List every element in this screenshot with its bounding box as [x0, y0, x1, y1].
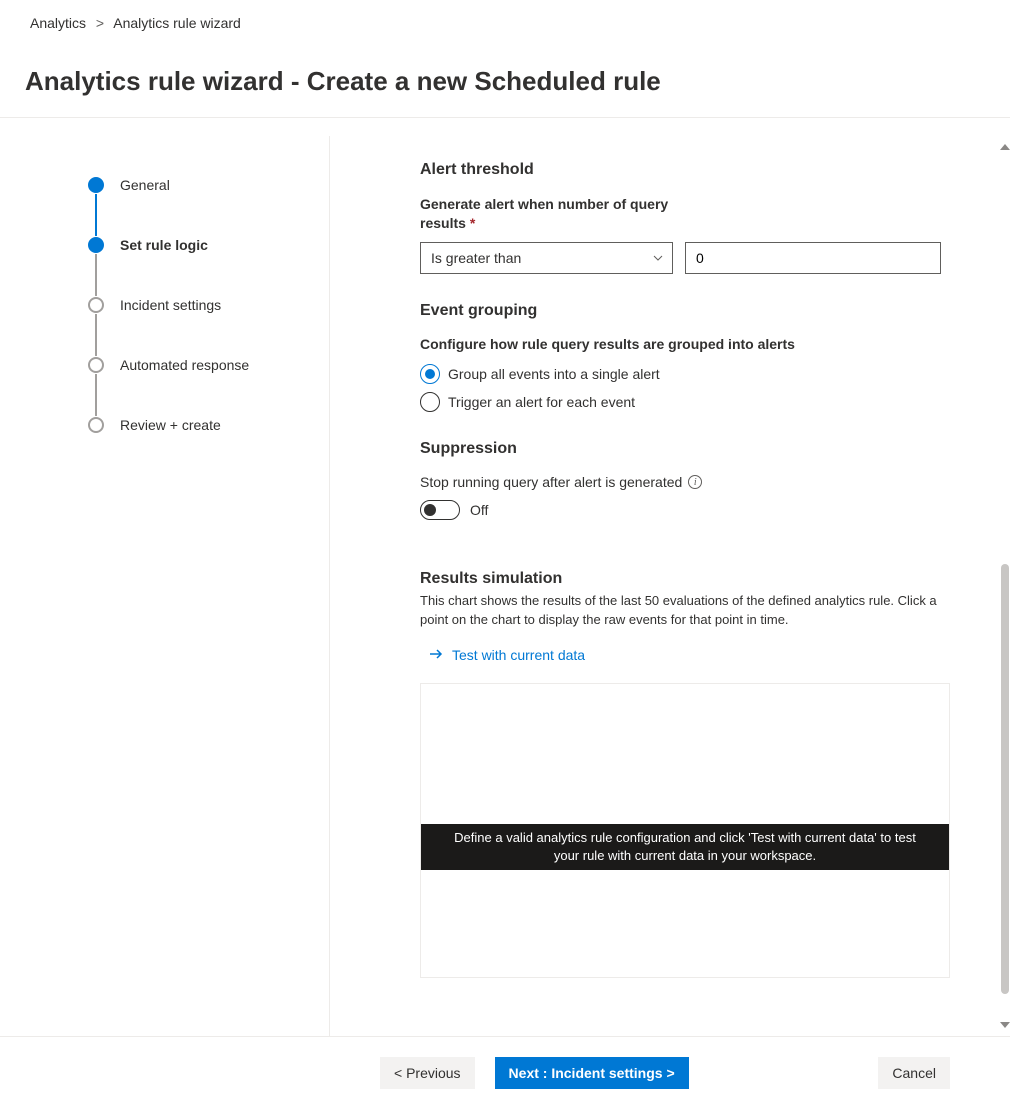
cancel-button[interactable]: Cancel: [878, 1057, 950, 1089]
scroll-up-icon[interactable]: [1000, 144, 1010, 150]
step-circle-icon: [88, 357, 104, 373]
wizard-footer: < Previous Next : Incident settings > Ca…: [0, 1036, 1010, 1109]
alert-threshold-heading: Alert threshold: [420, 161, 950, 179]
step-circle-icon: [88, 177, 104, 193]
test-link-label: Test with current data: [452, 647, 585, 663]
step-label: Set rule logic: [120, 237, 208, 253]
radio-icon: [420, 364, 440, 384]
step-incident-settings[interactable]: Incident settings: [88, 296, 329, 314]
previous-button[interactable]: < Previous: [380, 1057, 475, 1089]
results-simulation-description: This chart shows the results of the last…: [420, 592, 950, 630]
results-simulation-section: Results simulation This chart shows the …: [420, 570, 950, 978]
step-circle-icon: [88, 237, 104, 253]
scrollbar[interactable]: [1000, 144, 1010, 1028]
results-chart-placeholder: Define a valid analytics rule configurat…: [420, 683, 950, 978]
toggle-knob-icon: [424, 504, 436, 516]
radio-icon: [420, 392, 440, 412]
breadcrumb-separator: >: [96, 15, 104, 31]
required-asterisk: *: [470, 215, 475, 231]
radio-group-single-alert[interactable]: Group all events into a single alert: [420, 364, 950, 384]
radio-label: Group all events into a single alert: [448, 366, 660, 382]
step-connector: [95, 374, 97, 416]
suppression-label: Stop running query after alert is genera…: [420, 474, 682, 490]
step-label: Incident settings: [120, 297, 221, 313]
step-label: Automated response: [120, 357, 249, 373]
event-grouping-section: Event grouping Configure how rule query …: [420, 302, 950, 412]
event-grouping-subtext: Configure how rule query results are gro…: [420, 336, 950, 352]
step-label: General: [120, 177, 170, 193]
suppression-heading: Suppression: [420, 440, 950, 458]
info-icon[interactable]: i: [688, 475, 702, 489]
chevron-down-icon: [652, 252, 664, 264]
main-content: Alert threshold Generate alert when numb…: [330, 136, 1010, 1036]
alert-threshold-label: Generate alert when number of query resu…: [420, 195, 670, 234]
scroll-thumb[interactable]: [1001, 564, 1009, 994]
next-button[interactable]: Next : Incident settings >: [495, 1057, 689, 1089]
radio-trigger-each-event[interactable]: Trigger an alert for each event: [420, 392, 950, 412]
alert-threshold-section: Alert threshold Generate alert when numb…: [420, 161, 950, 274]
page-title: Analytics rule wizard - Create a new Sch…: [0, 56, 1010, 118]
step-review-create[interactable]: Review + create: [88, 416, 329, 434]
step-automated-response[interactable]: Automated response: [88, 356, 329, 374]
breadcrumb-root[interactable]: Analytics: [30, 15, 86, 31]
chart-placeholder-message: Define a valid analytics rule configurat…: [421, 824, 949, 870]
scroll-down-icon[interactable]: [1000, 1022, 1010, 1028]
event-grouping-heading: Event grouping: [420, 302, 950, 320]
step-set-rule-logic[interactable]: Set rule logic: [88, 236, 329, 254]
step-connector: [95, 254, 97, 296]
breadcrumb-current: Analytics rule wizard: [113, 15, 241, 31]
scroll-track[interactable]: [1001, 154, 1009, 1018]
step-circle-icon: [88, 417, 104, 433]
operator-select[interactable]: Is greater than: [420, 242, 673, 274]
test-with-current-data-link[interactable]: Test with current data: [420, 642, 950, 669]
step-label: Review + create: [120, 417, 221, 433]
step-general[interactable]: General: [88, 176, 329, 194]
step-circle-icon: [88, 297, 104, 313]
threshold-value-input[interactable]: [685, 242, 941, 274]
step-connector: [95, 194, 97, 236]
suppression-toggle[interactable]: [420, 500, 460, 520]
radio-label: Trigger an alert for each event: [448, 394, 635, 410]
suppression-section: Suppression Stop running query after ale…: [420, 440, 950, 520]
arrow-right-icon: [428, 646, 444, 665]
operator-value: Is greater than: [431, 250, 521, 266]
toggle-state: Off: [470, 502, 488, 518]
results-simulation-heading: Results simulation: [420, 570, 950, 588]
breadcrumb: Analytics > Analytics rule wizard: [0, 0, 1010, 39]
wizard-steps: General Set rule logic Incident settings…: [0, 136, 330, 1036]
step-connector: [95, 314, 97, 356]
